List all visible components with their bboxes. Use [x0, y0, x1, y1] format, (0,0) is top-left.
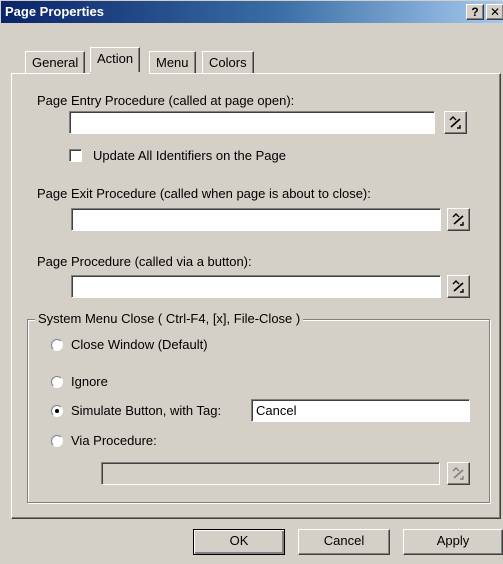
radio-simulate-button[interactable] [51, 405, 63, 417]
entry-procedure-picker-button[interactable] [444, 111, 467, 134]
window-title: Page Properties [5, 4, 104, 19]
exit-procedure-label: Page Exit Procedure (called when page is… [37, 186, 371, 201]
tab-menu[interactable]: Menu [149, 51, 196, 73]
tab-colors[interactable]: Colors [202, 51, 254, 73]
radio-via-procedure[interactable] [51, 435, 63, 447]
page-procedure-picker-button[interactable] [447, 275, 470, 298]
tab-general[interactable]: General [25, 51, 86, 73]
procedure-picker-icon [452, 280, 464, 293]
tab-label: Menu [156, 55, 189, 70]
exit-procedure-picker-button[interactable] [447, 208, 470, 231]
procedure-picker-icon [452, 467, 464, 480]
radio-close-window[interactable] [51, 339, 63, 351]
radio-ignore[interactable] [51, 376, 63, 388]
entry-procedure-label: Page Entry Procedure (called at page ope… [37, 93, 295, 108]
radio-close-window-label: Close Window (Default) [71, 337, 208, 352]
tab-label: Colors [209, 55, 247, 70]
via-procedure-field[interactable] [101, 462, 440, 485]
close-button[interactable]: ✕ [486, 4, 503, 20]
page-procedure-field[interactable] [71, 275, 441, 298]
apply-button[interactable]: Apply [403, 529, 503, 555]
entry-procedure-field[interactable] [69, 111, 435, 134]
tab-action[interactable]: Action [90, 47, 141, 73]
cancel-button[interactable]: Cancel [298, 529, 390, 555]
system-menu-close-title: System Menu Close ( Ctrl-F4, [x], File-C… [35, 311, 304, 326]
tab-label: Action [97, 51, 134, 66]
page-properties-dialog: Page Properties ? ✕ General Action Menu … [0, 0, 503, 564]
radio-simulate-button-label: Simulate Button, with Tag: [71, 403, 222, 418]
page-procedure-label: Page Procedure (called via a button): [37, 254, 252, 269]
ok-button[interactable]: OK [193, 529, 285, 555]
radio-via-procedure-label: Via Procedure: [71, 433, 157, 448]
via-procedure-picker-button[interactable] [447, 462, 470, 485]
update-all-checkbox[interactable] [69, 149, 82, 162]
procedure-picker-icon [452, 213, 464, 226]
tab-label: General [32, 55, 79, 70]
title-bar: Page Properties ? ✕ [1, 1, 503, 23]
update-all-label: Update All Identifiers on the Page [93, 148, 286, 163]
help-button[interactable]: ? [466, 4, 484, 20]
simulate-button-tag-field[interactable]: Cancel [251, 399, 470, 422]
procedure-picker-icon [449, 116, 461, 129]
radio-ignore-label: Ignore [71, 374, 108, 389]
exit-procedure-field[interactable] [71, 208, 441, 231]
